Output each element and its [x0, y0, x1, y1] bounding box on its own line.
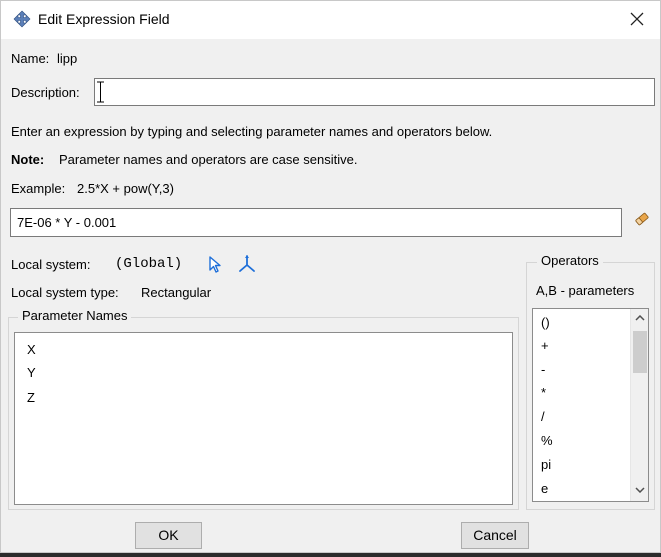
- note-text: Parameter names and operators are case s…: [59, 152, 358, 167]
- parameter-item-x[interactable]: X: [27, 342, 36, 357]
- ok-button[interactable]: OK: [135, 522, 202, 549]
- scroll-down-icon[interactable]: [631, 482, 649, 500]
- parameter-item-y[interactable]: Y: [27, 365, 36, 380]
- name-value: lipp: [57, 51, 78, 66]
- coordinate-axes-icon[interactable]: [237, 254, 257, 273]
- expression-input[interactable]: 7E-06 * Y - 0.001: [10, 208, 622, 237]
- name-label: Name:: [11, 51, 50, 66]
- close-button[interactable]: [624, 7, 650, 33]
- parameter-item-z[interactable]: Z: [27, 390, 35, 405]
- description-input[interactable]: [94, 78, 655, 106]
- parameter-names-list: X Y Z: [14, 332, 513, 505]
- local-system-value: (Global): [115, 256, 183, 272]
- cancel-button[interactable]: Cancel: [461, 522, 529, 549]
- close-icon: [630, 12, 644, 26]
- eraser-icon[interactable]: [633, 210, 651, 228]
- title-bar: Edit Expression Field: [1, 1, 660, 39]
- note-label: Note:: [11, 152, 45, 167]
- text-cursor-icon: [97, 81, 104, 103]
- operators-list: () + - * / % pi e: [532, 308, 649, 502]
- operator-item[interactable]: (): [541, 315, 550, 330]
- operator-item[interactable]: e: [541, 481, 548, 496]
- parameter-names-title: Parameter Names: [18, 308, 132, 323]
- select-pointer-icon[interactable]: [207, 255, 223, 273]
- scroll-up-icon[interactable]: [631, 310, 649, 328]
- window-title: Edit Expression Field: [38, 11, 170, 27]
- operators-title: Operators: [537, 253, 603, 268]
- instruction-text: Enter an expression by typing and select…: [11, 124, 493, 139]
- example-label: Example:: [11, 181, 66, 196]
- operators-subtitle: A,B - parameters: [536, 283, 635, 298]
- edit-expression-dialog: Edit Expression Field Name: lipp Descrip…: [0, 0, 661, 553]
- operator-item[interactable]: /: [541, 409, 545, 424]
- operators-scrollbar[interactable]: [630, 309, 648, 501]
- operator-item[interactable]: %: [541, 433, 553, 448]
- description-label: Description:: [11, 85, 80, 100]
- local-system-label: Local system:: [11, 257, 91, 272]
- operator-item[interactable]: pi: [541, 457, 551, 472]
- operator-item[interactable]: *: [541, 385, 546, 400]
- example-text: 2.5*X + pow(Y,3): [77, 181, 174, 196]
- operator-item[interactable]: -: [541, 362, 545, 377]
- dialog-app-icon: [13, 10, 31, 28]
- local-system-type-label: Local system type:: [11, 285, 119, 300]
- operator-item[interactable]: +: [541, 338, 549, 353]
- local-system-type-value: Rectangular: [141, 285, 212, 300]
- scroll-thumb[interactable]: [633, 331, 647, 373]
